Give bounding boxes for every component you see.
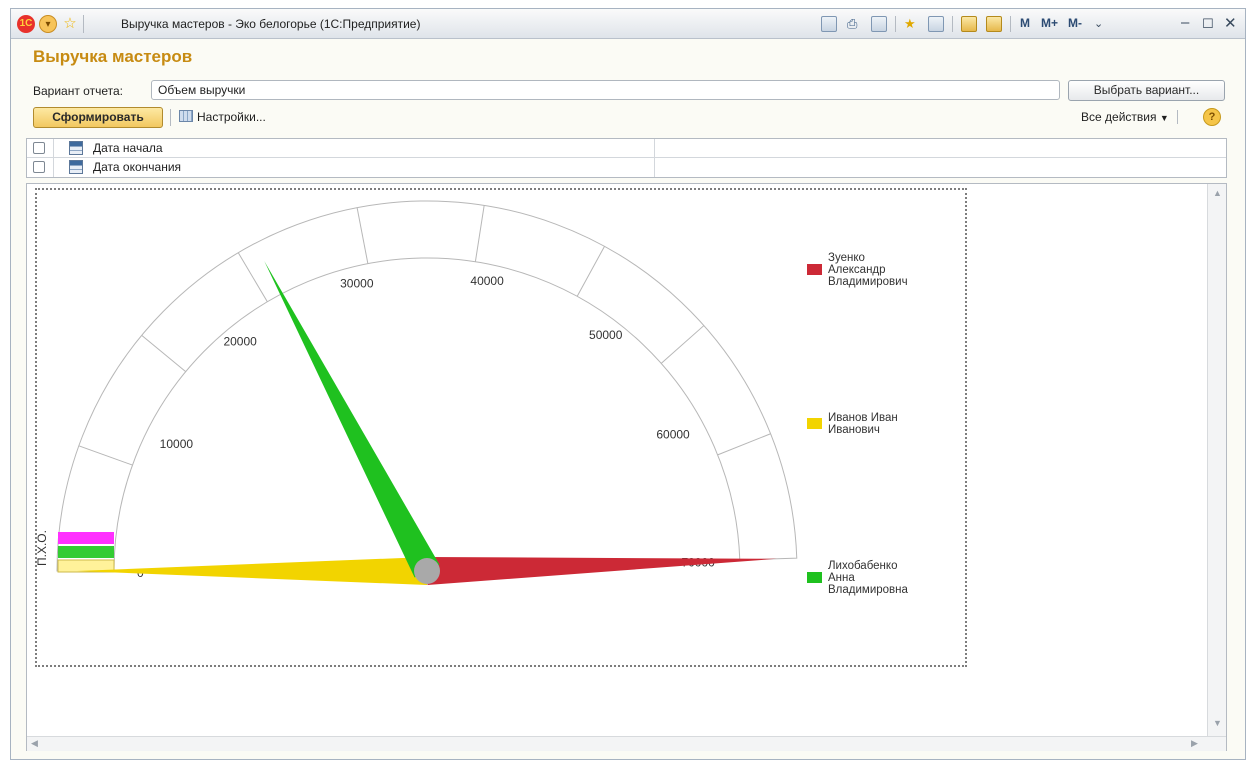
minimize-icon[interactable]: –: [1181, 14, 1189, 31]
settings-icon: [179, 110, 193, 122]
scroll-right-icon[interactable]: ▶: [1191, 738, 1198, 749]
title-bar: 1С ▾ ☆ Выручка мастеров - Эко белогорье …: [11, 9, 1245, 39]
tick-label: 10000: [160, 437, 194, 451]
variant-field[interactable]: Объем выручки: [151, 80, 1060, 100]
param-name: Дата окончания: [93, 160, 182, 174]
settings-button[interactable]: Настройки...: [179, 110, 266, 124]
legend-label: Иванов Иван Иванович: [828, 412, 898, 436]
chevron-down-icon[interactable]: ⌄: [1094, 17, 1103, 30]
gauge-band-label: П.Х.О.: [37, 530, 49, 566]
tick-label: 20000: [223, 334, 257, 348]
favorites-icon[interactable]: [928, 16, 944, 32]
param-checkbox[interactable]: [33, 142, 45, 154]
tick-label: 60000: [656, 428, 690, 442]
settings-label: Настройки...: [197, 110, 266, 124]
legend-swatch: [807, 572, 822, 583]
legend-label: Лихобабенко Анна Владимировна: [828, 560, 908, 596]
all-actions-label: Все действия: [1081, 110, 1157, 124]
cell-divider: [53, 158, 54, 177]
legend-swatch: [807, 264, 822, 275]
divider: [1177, 110, 1179, 124]
param-checkbox[interactable]: [33, 161, 45, 173]
tick-label: 50000: [589, 328, 623, 342]
parameters-table: Дата начала Дата окончания: [26, 138, 1227, 178]
calendar-icon: [69, 141, 83, 155]
toolbar-separator: [1010, 16, 1011, 32]
save-icon[interactable]: [821, 16, 837, 32]
app-window: 1С ▾ ☆ Выручка мастеров - Эко белогорье …: [10, 8, 1246, 760]
memory-m-button[interactable]: M: [1020, 16, 1030, 30]
toolbar-separator: [170, 109, 171, 126]
horizontal-scrollbar[interactable]: ◀ ▶: [27, 736, 1226, 751]
cell-divider: [654, 158, 655, 177]
1c-logo-icon[interactable]: 1С: [17, 15, 35, 33]
calculator-icon[interactable]: [961, 16, 977, 32]
print-icon[interactable]: ⎙: [847, 15, 857, 33]
cell-divider: [53, 139, 54, 158]
toolbar-separator: [952, 16, 953, 32]
gauge-range-band: [58, 532, 114, 544]
tick-label: 30000: [340, 276, 374, 290]
scroll-up-icon[interactable]: ▲: [1213, 188, 1222, 198]
scroll-left-icon[interactable]: ◀: [31, 738, 38, 749]
gauge-needle: [77, 557, 427, 585]
add-favorite-icon[interactable]: ★: [904, 15, 916, 33]
close-icon[interactable]: ✕: [1224, 14, 1237, 32]
legend-swatch: [807, 418, 822, 429]
gauge-needle: [426, 557, 777, 585]
param-row[interactable]: Дата окончания: [27, 158, 1226, 177]
maximize-icon[interactable]: ☐: [1202, 16, 1214, 32]
generate-button[interactable]: Сформировать: [33, 107, 163, 128]
gauge-chart-svg: 010000200003000040000500006000070000П.Х.…: [37, 200, 908, 596]
scroll-down-icon[interactable]: ▼: [1213, 718, 1222, 728]
calendar-icon[interactable]: [986, 16, 1002, 32]
help-icon[interactable]: ?: [1203, 108, 1221, 126]
favorite-star-icon[interactable]: ☆: [61, 15, 79, 33]
gauge-chart[interactable]: 010000200003000040000500006000070000П.Х.…: [35, 188, 967, 667]
legend-label: Зуенко Александр Владимирович: [828, 252, 908, 288]
toolbar-separator: [895, 16, 896, 32]
chevron-down-icon: ▼: [1159, 113, 1169, 123]
gauge-scale-band: [56, 200, 798, 572]
vertical-scrollbar[interactable]: ▲ ▼: [1207, 184, 1226, 736]
preview-icon[interactable]: [871, 16, 887, 32]
param-row[interactable]: Дата начала: [27, 139, 1226, 158]
gauge-hub: [414, 558, 440, 584]
window-title: Выручка мастеров - Эко белогорье (1С:Пре…: [121, 17, 421, 31]
memory-minus-button[interactable]: M-: [1068, 16, 1082, 30]
memory-plus-button[interactable]: M+: [1041, 16, 1058, 30]
main-menu-icon[interactable]: ▾: [39, 15, 57, 33]
calendar-icon: [69, 160, 83, 174]
title-separator: [83, 15, 84, 33]
gauge-range-band: [58, 546, 114, 558]
cell-divider: [654, 139, 655, 157]
param-name: Дата начала: [93, 141, 163, 155]
all-actions-menu[interactable]: Все действия ▼: [1081, 110, 1179, 124]
tick-label: 40000: [470, 274, 504, 288]
variant-label: Вариант отчета:: [33, 84, 123, 98]
gauge-needle: [264, 261, 440, 578]
report-result-area[interactable]: 010000200003000040000500006000070000П.Х.…: [26, 183, 1227, 751]
choose-variant-button[interactable]: Выбрать вариант...: [1068, 80, 1225, 101]
page-title: Выручка мастеров: [33, 47, 193, 66]
